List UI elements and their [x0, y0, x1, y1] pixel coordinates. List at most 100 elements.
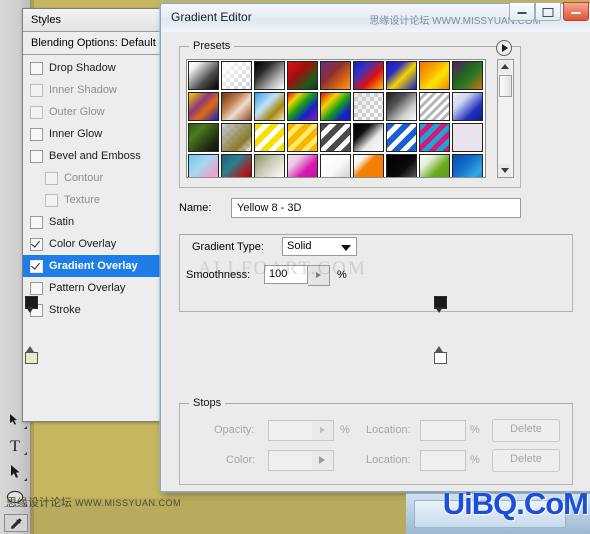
preset-swatch-blue-white-stripes[interactable] [386, 123, 417, 152]
preset-swatch-copper[interactable] [221, 92, 252, 121]
checkbox-icon[interactable] [30, 281, 43, 295]
style-item-gradient-overlay[interactable]: Gradient Overlay [23, 255, 169, 277]
preset-swatch-sky-pink[interactable] [188, 154, 219, 177]
style-item-outer-glow[interactable]: Outer Glow [23, 101, 169, 123]
spinner-arrow-icon[interactable] [308, 265, 330, 286]
stops-group: Stops Opacity: % Location: % Delete Colo… [179, 397, 573, 485]
color-delete-button[interactable]: Delete [492, 449, 560, 472]
preset-swatch-black-white[interactable] [254, 61, 285, 90]
gradient-type-select[interactable]: Solid [282, 237, 357, 256]
opacity-label: Opacity: [214, 424, 255, 436]
preset-swatch-silver-stripes[interactable] [320, 123, 351, 152]
checkbox-icon[interactable] [45, 171, 58, 185]
preset-swatch-foreground-to-transparent[interactable] [221, 61, 252, 90]
style-item-label: Texture [64, 194, 101, 206]
preset-swatch-red-green[interactable] [287, 61, 318, 90]
type-tool[interactable]: T [0, 432, 30, 458]
preset-swatch-black-fade[interactable] [386, 154, 417, 177]
checkbox-icon[interactable] [30, 105, 43, 119]
preset-swatch-chrome[interactable] [254, 92, 285, 121]
opacity-location-input[interactable] [420, 420, 466, 441]
style-item-contour[interactable]: Contour [23, 167, 169, 189]
scroll-up-arrow-icon[interactable] [498, 60, 511, 73]
preset-swatch-blue-yellow-blue[interactable] [386, 61, 417, 90]
preset-swatch-blue-white-blue[interactable] [452, 92, 483, 121]
dialog-title-bar[interactable]: Gradient Editor 思缘设计论坛 WWW.MISSYUAN.COM [161, 2, 590, 33]
style-item-drop-shadow[interactable]: Drop Shadow [23, 57, 169, 79]
style-item-label: Bevel and Emboss [49, 150, 141, 162]
preset-swatch-steel-bars[interactable] [419, 92, 450, 121]
gradient-settings-group: Gradient Type: Solid Smoothness: 100 % [179, 234, 573, 312]
path-selection-tool[interactable] [0, 458, 30, 484]
style-item-label: Contour [64, 172, 104, 184]
preset-swatch-orange-yellow-stripes[interactable] [287, 123, 318, 152]
preset-swatch-transparent-steel[interactable] [221, 123, 252, 152]
checkbox-icon[interactable] [45, 193, 58, 207]
opacity-input[interactable] [268, 420, 314, 441]
preset-swatch-orange-yellow-orange[interactable] [419, 61, 450, 90]
preset-swatch-teal-red[interactable] [221, 154, 252, 177]
preset-swatch-black-white-soft[interactable] [386, 92, 417, 121]
preset-swatch-transparent-rainbow[interactable] [320, 92, 351, 121]
preset-swatch-olive-silver[interactable] [254, 154, 285, 177]
preset-swatch-spectrum[interactable] [287, 92, 318, 121]
style-item-color-overlay[interactable]: Color Overlay [23, 233, 169, 255]
checkbox-icon[interactable] [30, 149, 43, 163]
checkbox-icon[interactable] [30, 83, 43, 97]
preset-swatch-black-white-stripes[interactable] [353, 123, 384, 152]
preset-swatch-yellow-violet-orange-blue[interactable] [188, 92, 219, 121]
style-item-pattern-overlay[interactable]: Pattern Overlay [23, 277, 169, 299]
preset-swatch-pastel-stripes[interactable] [452, 123, 483, 152]
minimize-icon[interactable] [509, 2, 535, 21]
preset-swatch-white-gray[interactable] [320, 154, 351, 177]
style-item-satin[interactable]: Satin [23, 211, 169, 233]
maximize-icon[interactable] [535, 2, 561, 21]
color-location-input[interactable] [420, 450, 466, 471]
color-location-label: Location: [366, 454, 411, 466]
preset-swatch-green-white[interactable] [419, 154, 450, 177]
opacity-stop-left[interactable] [25, 296, 38, 313]
presets-swatch-well[interactable] [186, 59, 486, 178]
opacity-spinner-icon[interactable] [312, 420, 334, 441]
checkbox-icon[interactable] [30, 127, 43, 141]
preset-grid[interactable] [187, 60, 485, 177]
checkbox-icon[interactable] [30, 215, 43, 229]
preset-swatch-magenta[interactable] [287, 154, 318, 177]
close-icon[interactable] [563, 2, 589, 21]
scroll-down-arrow-icon[interactable] [498, 164, 511, 177]
gradient-type-value: Solid [287, 240, 312, 252]
layer-style-panel[interactable]: Styles Blending Options: Default Drop Sh… [22, 8, 170, 422]
checkbox-icon[interactable] [30, 259, 43, 273]
preset-swatch-violet-green-orange[interactable] [452, 61, 483, 90]
smoothness-input[interactable]: 100 [264, 265, 308, 284]
checkbox-icon[interactable] [30, 237, 43, 251]
style-item-texture[interactable]: Texture [23, 189, 169, 211]
opacity-stop-pointer-icon [435, 307, 443, 313]
presets-scrollbar[interactable] [497, 59, 514, 178]
checkbox-icon[interactable] [30, 61, 43, 75]
preset-swatch-orange-solid[interactable] [353, 154, 384, 177]
effects-list[interactable]: Drop Shadow Inner Shadow Outer Glow Inner G… [23, 55, 169, 321]
opacity-delete-button[interactable]: Delete [492, 419, 560, 442]
gradient-editor-dialog[interactable]: Gradient Editor 思缘设计论坛 WWW.MISSYUAN.COM … [159, 2, 590, 493]
preset-swatch-cyan-magenta-stripes[interactable] [419, 123, 450, 152]
style-item-stroke[interactable]: Stroke [23, 299, 169, 321]
color-swatch-arrow-icon[interactable] [312, 450, 334, 471]
eyedropper-tool[interactable] [4, 514, 28, 532]
preset-swatch-yellow-white-stripes[interactable] [254, 123, 285, 152]
name-input[interactable]: Yellow 8 - 3D [231, 198, 521, 218]
style-item-inner-glow[interactable]: Inner Glow [23, 123, 169, 145]
style-item-bevel-and-emboss[interactable]: Bevel and Emboss [23, 145, 169, 167]
scrollbar-thumb[interactable] [499, 75, 512, 97]
color-swatch[interactable] [268, 450, 314, 471]
blending-options-row[interactable]: Blending Options: Default [23, 32, 169, 55]
preset-swatch-foreground-to-background[interactable] [188, 61, 219, 90]
preset-swatch-transparent-stripes[interactable] [353, 92, 384, 121]
preset-swatch-violet-orange[interactable] [320, 61, 351, 90]
preset-swatch-blue-red-yellow[interactable] [353, 61, 384, 90]
style-item-inner-shadow[interactable]: Inner Shadow [23, 79, 169, 101]
flyout-triangle-icon[interactable] [496, 40, 512, 56]
opacity-stop-right[interactable] [434, 296, 447, 313]
preset-swatch-green-black[interactable] [188, 123, 219, 152]
preset-swatch-blue-cyan[interactable] [452, 154, 483, 177]
